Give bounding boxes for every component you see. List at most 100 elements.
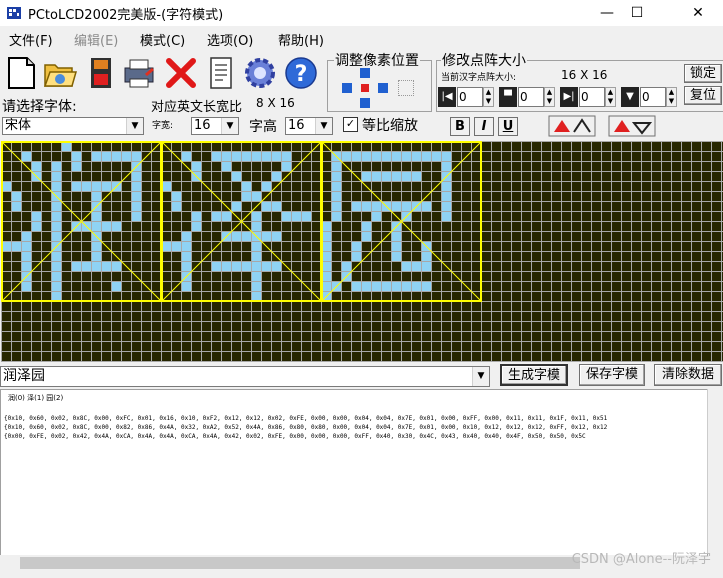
glyph-pixel bbox=[72, 152, 81, 161]
maximize-button[interactable]: ☐ bbox=[614, 0, 660, 26]
glyph-pixel bbox=[162, 182, 171, 191]
print-icon[interactable] bbox=[122, 55, 158, 91]
bottom-size-input[interactable]: 0 bbox=[640, 87, 666, 107]
underline-button[interactable]: U bbox=[498, 117, 518, 136]
glyph-pixel bbox=[32, 212, 41, 221]
glyph-pixel bbox=[132, 172, 141, 181]
glyph-pixel bbox=[322, 232, 331, 241]
menu-help[interactable]: 帮助(H) bbox=[278, 30, 324, 49]
glyph-pixel bbox=[352, 282, 361, 291]
glyph-pixel bbox=[322, 242, 331, 251]
glyph-pixel bbox=[412, 152, 421, 161]
glyph-pixel bbox=[292, 212, 301, 221]
text-input[interactable]: 润泽园 ▼ bbox=[0, 366, 490, 387]
glyph-pixel bbox=[402, 172, 411, 181]
glyph-pixel bbox=[402, 152, 411, 161]
glyph-pixel bbox=[332, 212, 341, 221]
glyph-pixel bbox=[272, 262, 281, 271]
shift-right-icon[interactable]: ▶| bbox=[560, 87, 578, 107]
menu-edit[interactable]: 编辑(E) bbox=[74, 30, 118, 49]
font-width-select[interactable]: 16 ▼ bbox=[191, 117, 239, 135]
glyph-pixel bbox=[252, 212, 261, 221]
glyph-pixel bbox=[362, 202, 371, 211]
settings-gear-icon[interactable] bbox=[242, 55, 278, 91]
right-size-input[interactable]: 0 bbox=[579, 87, 605, 107]
glyph-pixel bbox=[32, 222, 41, 231]
top-size-stepper[interactable]: ▲ ▼ bbox=[544, 87, 555, 107]
current-size-label: 当前汉字点阵大小: bbox=[441, 73, 517, 83]
glyph-pixel bbox=[252, 242, 261, 251]
glyph-pixel bbox=[112, 282, 121, 291]
font-name-select[interactable]: 宋体 ▼ bbox=[2, 117, 144, 135]
glyph-pixel bbox=[22, 152, 31, 161]
glyph-pixel bbox=[392, 172, 401, 181]
font-height-select[interactable]: 16 ▼ bbox=[285, 117, 333, 135]
menu-file[interactable]: 文件(F) bbox=[9, 30, 53, 49]
left-size-input[interactable]: 0 bbox=[457, 87, 483, 107]
glyph-pixel bbox=[22, 242, 31, 251]
font-width-label: 字宽: bbox=[152, 121, 174, 131]
pixel-move-arrows-icon[interactable] bbox=[340, 66, 390, 110]
open-folder-icon[interactable] bbox=[42, 55, 78, 91]
glyph-pixel bbox=[32, 162, 41, 171]
close-button[interactable]: ✕ bbox=[675, 0, 721, 26]
save-font-button[interactable]: 保存字模 bbox=[579, 364, 645, 386]
menu-options[interactable]: 选项(O) bbox=[207, 30, 253, 49]
chevron-down-icon[interactable]: ▼ bbox=[315, 118, 332, 134]
glyph-pixel bbox=[92, 182, 101, 191]
delete-x-icon[interactable] bbox=[163, 55, 199, 91]
help-icon[interactable]: ? bbox=[283, 55, 319, 91]
glyph-pixel bbox=[52, 272, 61, 281]
right-size-stepper[interactable]: ▲ ▼ bbox=[605, 87, 616, 107]
glyph-pixel bbox=[432, 152, 441, 161]
bold-button[interactable]: B bbox=[450, 117, 470, 136]
glyph-pixel bbox=[192, 162, 201, 171]
glyph-pixel bbox=[232, 202, 241, 211]
save-disk-icon[interactable] bbox=[82, 55, 118, 91]
dot-matrix-canvas[interactable] bbox=[1, 141, 723, 362]
scrollbar-thumb[interactable] bbox=[20, 557, 580, 569]
glyph-pixel bbox=[132, 182, 141, 191]
clear-data-button[interactable]: 清除数据 bbox=[654, 364, 722, 386]
font-height-label: 字高 bbox=[249, 119, 277, 135]
chevron-down-icon[interactable]: ▼ bbox=[472, 367, 489, 386]
glyph-pixel bbox=[72, 182, 81, 191]
new-file-icon[interactable] bbox=[3, 55, 39, 91]
glyph-pixel bbox=[372, 212, 381, 221]
glyph-pixel bbox=[112, 222, 121, 231]
glyph-pixel bbox=[232, 152, 241, 161]
shift-bottom-icon[interactable]: ▼ bbox=[621, 87, 639, 107]
shift-left-icon[interactable]: |◀ bbox=[438, 87, 456, 107]
chevron-down-icon[interactable]: ▼ bbox=[221, 118, 238, 134]
current-size-value: 16 X 16 bbox=[561, 68, 608, 82]
keep-ratio-checkbox[interactable]: ✓ bbox=[343, 117, 358, 132]
glyph-pixel bbox=[92, 242, 101, 251]
left-size-stepper[interactable]: ▲ ▼ bbox=[483, 87, 494, 107]
glyph-pixel bbox=[172, 242, 181, 251]
rotate-left-icon[interactable] bbox=[548, 115, 596, 137]
glyph-pixel bbox=[342, 152, 351, 161]
top-size-input[interactable]: 0 bbox=[518, 87, 544, 107]
lock-button[interactable]: 锁定 bbox=[684, 64, 722, 83]
vertical-scrollbar[interactable] bbox=[707, 389, 723, 554]
chevron-down-icon[interactable]: ▼ bbox=[126, 118, 143, 134]
notes-icon[interactable] bbox=[203, 55, 239, 91]
glyph-pixel bbox=[242, 262, 251, 271]
center-dotted-icon[interactable] bbox=[398, 80, 414, 96]
glyph-pixel bbox=[192, 212, 201, 221]
italic-button[interactable]: I bbox=[474, 117, 494, 136]
generate-font-button[interactable]: 生成字模 bbox=[500, 364, 568, 386]
shift-top-icon[interactable]: ▀ bbox=[499, 87, 517, 107]
glyph-pixel bbox=[362, 172, 371, 181]
glyph-pixel bbox=[352, 242, 361, 251]
rotate-right-icon[interactable] bbox=[608, 115, 656, 137]
reset-button[interactable]: 复位 bbox=[684, 86, 722, 105]
glyph-pixel bbox=[252, 152, 261, 161]
glyph-pixel bbox=[272, 232, 281, 241]
glyph-pixel bbox=[252, 292, 261, 301]
bottom-size-stepper[interactable]: ▲ ▼ bbox=[666, 87, 677, 107]
glyph-pixel bbox=[182, 242, 191, 251]
glyph-pixel bbox=[52, 202, 61, 211]
output-textarea[interactable]: 润(0) 泽(1) 园(2) {0x10, 0x60, 0x02, 0x8C, … bbox=[0, 389, 708, 556]
menu-mode[interactable]: 模式(C) bbox=[140, 30, 185, 49]
